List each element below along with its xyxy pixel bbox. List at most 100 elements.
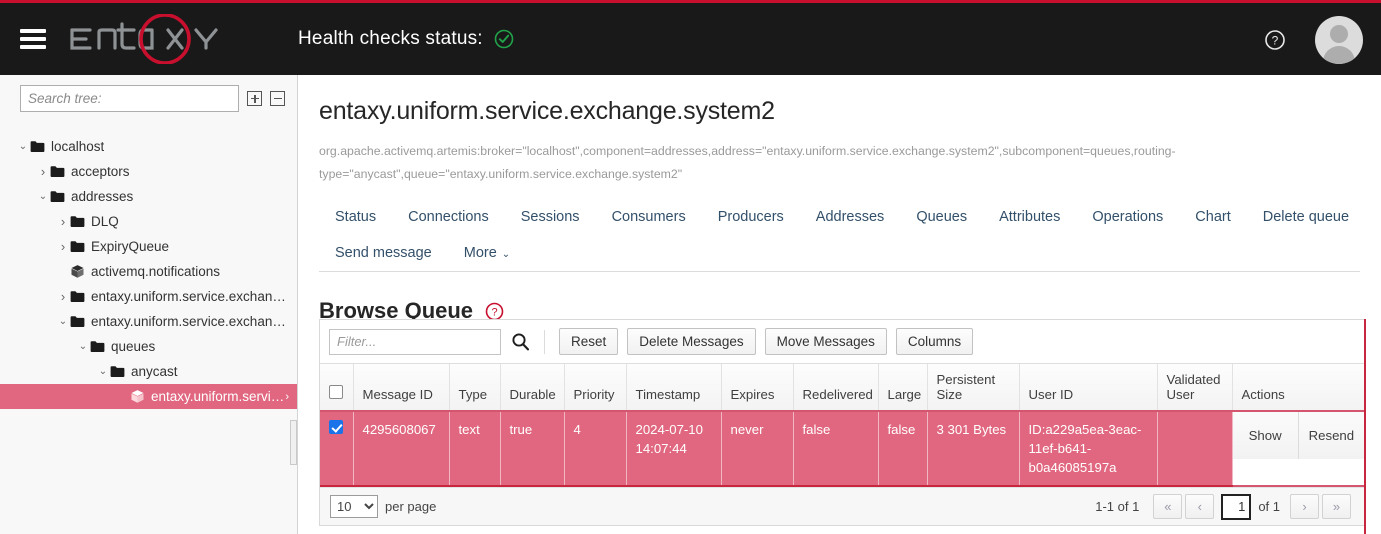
search-tree-input[interactable] [20,85,239,112]
move-messages-button[interactable]: Move Messages [765,328,887,355]
column-header-redelivered[interactable]: Redelivered [793,364,878,411]
tree-node[interactable]: › acceptors [0,159,297,184]
collapse-all-icon[interactable] [270,91,285,106]
tree-node[interactable]: › DLQ [0,209,297,234]
cell-large: false [878,411,927,486]
tab-more[interactable]: More⌄ [448,235,526,271]
folder-icon [90,340,105,353]
tab-sessions[interactable]: Sessions [505,199,596,235]
chevron-down-icon[interactable]: ⌄ [56,320,70,324]
tree-node[interactable]: ›entaxy.uniform.service.exchang… [0,284,297,309]
hamburger-menu-icon[interactable] [20,29,46,49]
tab-addresses[interactable]: Addresses [800,199,901,235]
resend-button[interactable]: Resend [1299,412,1364,459]
column-header-timestamp[interactable]: Timestamp [626,364,721,411]
tree-node[interactable]: ⌄localhost [0,134,297,159]
chevron-down-icon[interactable]: ⌄ [76,345,90,349]
column-header-actions[interactable]: Actions [1232,364,1364,411]
tree-node[interactable]: entaxy.uniform.servi…› [0,384,297,409]
folder-icon [70,290,85,303]
search-icon[interactable] [511,332,530,351]
column-header-persistent-size[interactable]: Persistent Size [927,364,1019,411]
tab-attributes[interactable]: Attributes [983,199,1076,235]
tab-label: Attributes [999,209,1060,225]
chevron-down-icon[interactable]: ⌄ [96,370,110,374]
select-all-checkbox[interactable] [329,385,343,399]
tab-label: Status [335,209,376,225]
reset-button[interactable]: Reset [559,328,618,355]
table-right-edge-marker [1364,319,1366,534]
help-circle-icon[interactable]: ? [1264,29,1286,56]
tree-node[interactable]: ⌄ entaxy.uniform.service.exchang… [0,309,297,334]
column-header-priority[interactable]: Priority [564,364,626,411]
table-row[interactable]: 4295608067texttrue42024-07-10 14:07:44ne… [320,411,1364,486]
folder-icon [70,215,85,228]
svg-text:?: ? [1272,34,1279,48]
folder-icon [30,140,45,153]
tab-label: Delete queue [1263,209,1349,225]
column-header-validated-user[interactable]: Validated User [1157,364,1232,411]
tree-node[interactable]: activemq.notifications [0,259,297,284]
cell-user-id: ID:a229a5ea-3eac-11ef-b641-b0a46085197a [1019,411,1157,486]
tree-node-label: entaxy.uniform.service.exchang… [91,314,289,329]
tab-send-message[interactable]: Send message [319,235,448,271]
delete-messages-button[interactable]: Delete Messages [627,328,755,355]
cell-redelivered: false [793,411,878,486]
first-page-button[interactable]: « [1153,494,1182,519]
tab-queues[interactable]: Queues [900,199,983,235]
prev-page-button[interactable]: ‹ [1185,494,1214,519]
jmx-tree: ⌄localhost › acceptors ⌄addresses › DLQ ›Expir… [0,134,297,409]
chevron-right-icon[interactable]: › [56,215,70,228]
per-page-select[interactable]: 102050100 [330,495,378,518]
tab-status[interactable]: Status [319,199,392,235]
chevron-right-icon[interactable]: › [56,240,70,253]
pager-range-label: 1-1 of 1 [1095,499,1139,514]
tree-node[interactable]: ⌄queues [0,334,297,359]
next-page-button[interactable]: › [1290,494,1319,519]
tab-producers[interactable]: Producers [702,199,800,235]
chevron-down-icon[interactable]: ⌄ [16,145,30,149]
tree-node-label: DLQ [91,214,119,229]
row-select-checkbox[interactable] [329,420,343,434]
tab-operations[interactable]: Operations [1076,199,1179,235]
tab-row-secondary: Send messageMore⌄ [319,235,1360,271]
tab-label: Sessions [521,209,580,225]
chevron-right-icon[interactable]: › [285,391,289,403]
tab-delete-queue[interactable]: Delete queue [1247,199,1365,235]
last-page-button[interactable]: » [1322,494,1351,519]
folder-icon [110,365,125,378]
chevron-right-icon[interactable]: › [56,290,70,303]
column-header-type[interactable]: Type [449,364,500,411]
filter-input[interactable] [329,329,501,355]
tab-consumers[interactable]: Consumers [596,199,702,235]
table-head: Message IDTypeDurablePriorityTimestampEx… [320,364,1364,411]
tab-label: Producers [718,209,784,225]
tree-node[interactable]: ⌄anycast [0,359,297,384]
table-pager: 102050100 per page 1-1 of 1 « ‹ of 1 › » [320,487,1364,525]
tab-chart[interactable]: Chart [1179,199,1246,235]
tree-node[interactable]: ›ExpiryQueue [0,234,297,259]
avatar-body [1323,46,1355,64]
entaxy-logo[interactable] [68,14,238,64]
column-header-large[interactable]: Large [878,364,927,411]
select-all-cell [320,364,353,411]
column-header-user-id[interactable]: User ID [1019,364,1157,411]
health-checks-status: Health checks status: [298,28,514,50]
chevron-down-icon[interactable]: ⌄ [36,195,50,199]
chevron-right-icon[interactable]: › [36,165,50,178]
column-header-expires[interactable]: Expires [721,364,793,411]
sidebar-scrollbar-thumb[interactable] [290,420,297,465]
tab-connections[interactable]: Connections [392,199,505,235]
tree-node[interactable]: ⌄addresses [0,184,297,209]
expand-all-icon[interactable] [247,91,262,106]
user-avatar[interactable] [1315,16,1363,64]
cell-expires: never [721,411,793,486]
column-header-durable[interactable]: Durable [500,364,564,411]
page-number-input[interactable] [1221,494,1251,520]
columns-button[interactable]: Columns [896,328,973,355]
cell-actions: ShowResend [1232,411,1364,486]
show-button[interactable]: Show [1233,412,1299,459]
tree-node-label: entaxy.uniform.servi… [151,389,284,404]
column-header-message-id[interactable]: Message ID [353,364,449,411]
tree-node-label: acceptors [71,164,130,179]
